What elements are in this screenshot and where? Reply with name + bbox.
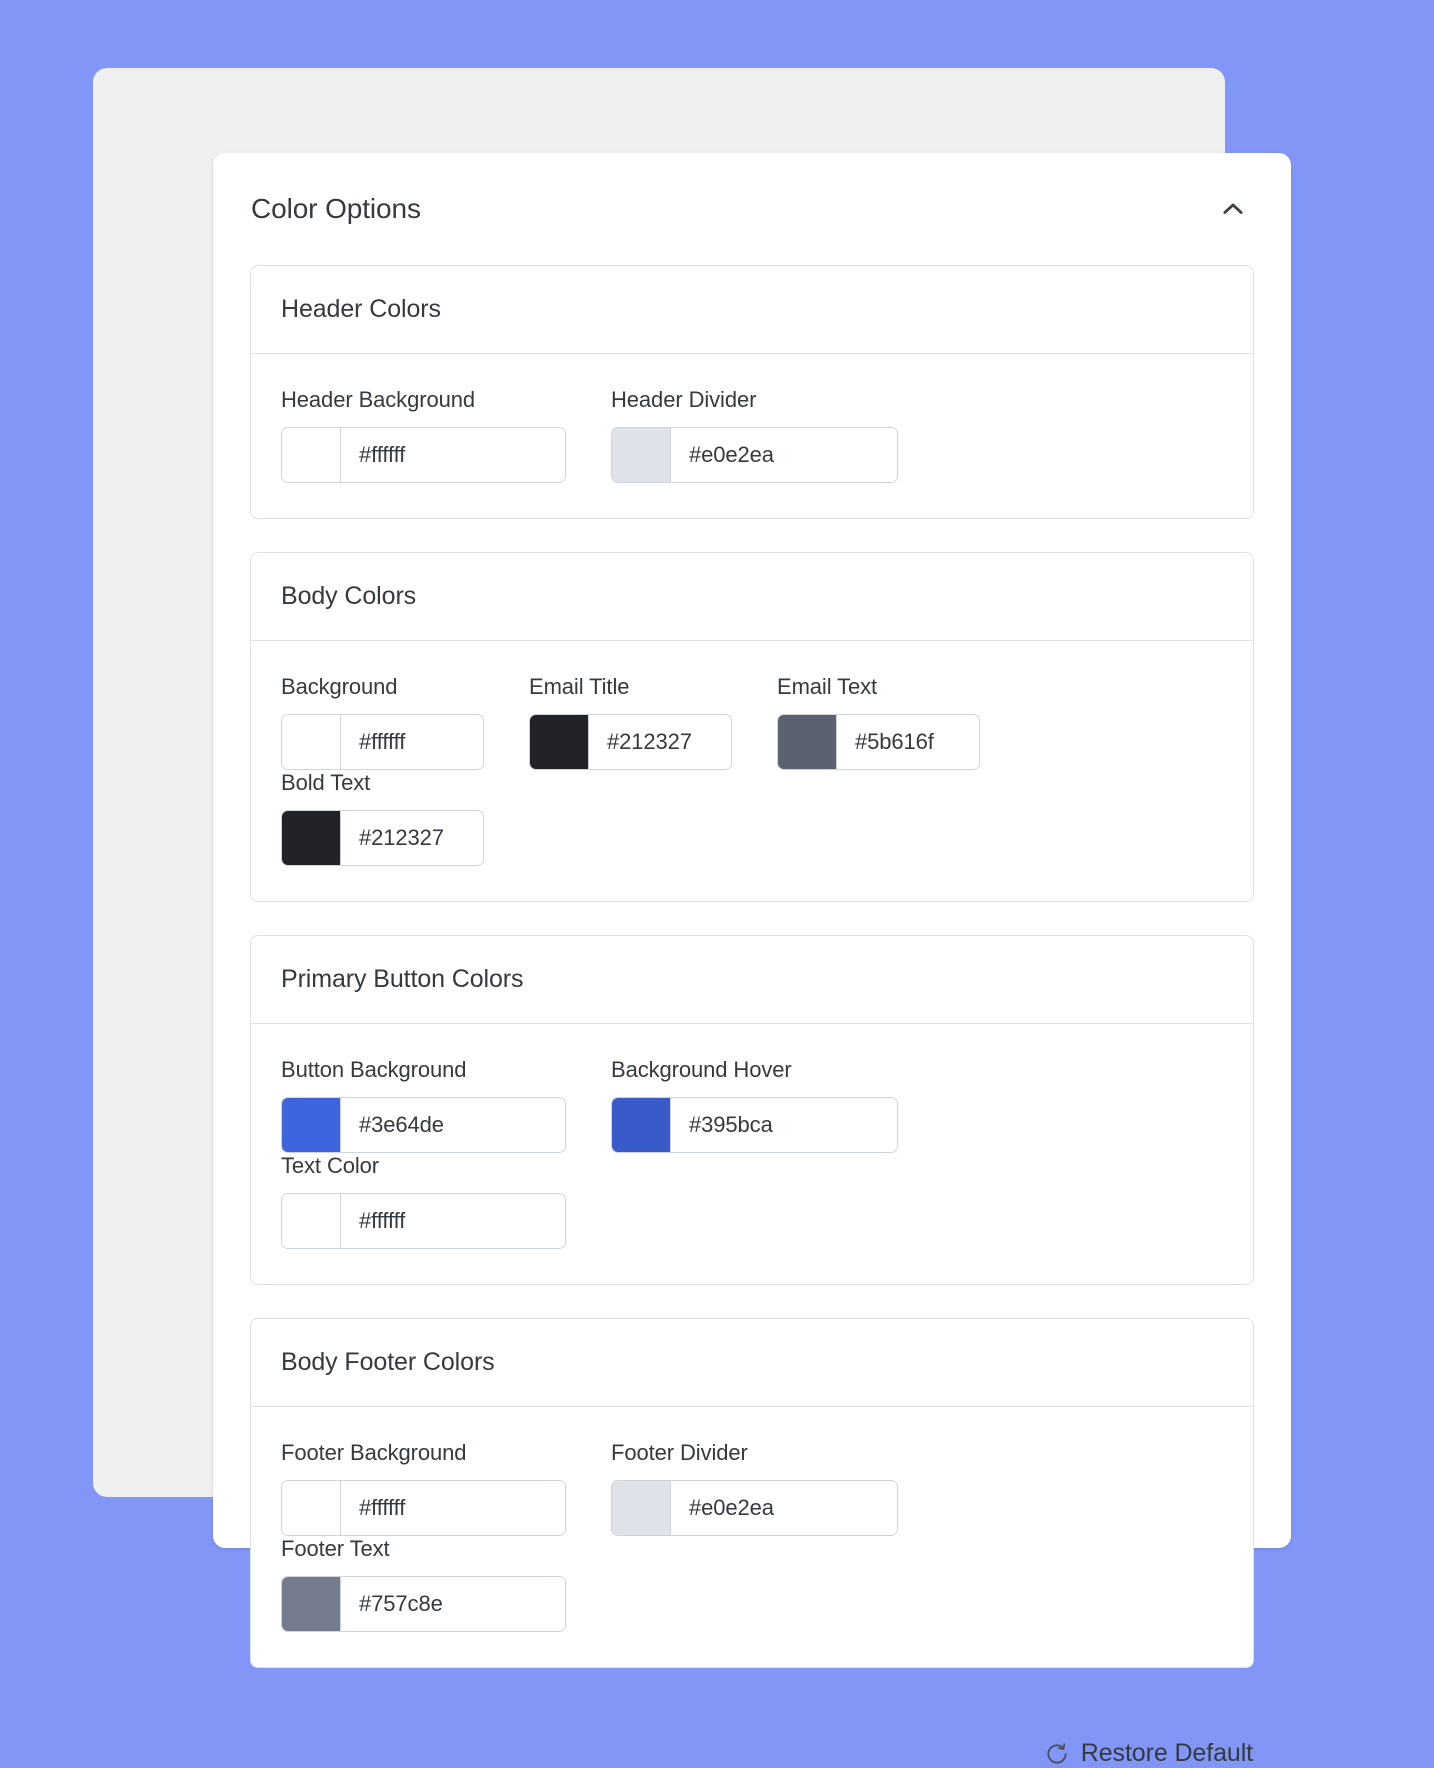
field-footer-text: Footer Text #757c8e bbox=[281, 1536, 566, 1632]
color-swatch[interactable] bbox=[282, 1577, 341, 1631]
color-swatch[interactable] bbox=[530, 715, 589, 769]
color-hex-input[interactable]: #e0e2ea bbox=[671, 1481, 897, 1535]
field-label: Footer Background bbox=[281, 1440, 467, 1465]
color-hex-input[interactable]: #ffffff bbox=[341, 1194, 565, 1248]
field-label: Footer Divider bbox=[611, 1440, 748, 1465]
field-header-background: Header Background #ffffff bbox=[281, 387, 566, 483]
color-swatch[interactable] bbox=[612, 1481, 671, 1535]
color-control: #212327 bbox=[529, 714, 732, 770]
section-title: Primary Button Colors bbox=[281, 965, 524, 993]
restore-default-button[interactable]: Restore Default bbox=[1044, 1739, 1253, 1768]
section-primary-button-colors: Primary Button Colors Button Background … bbox=[250, 935, 1254, 1285]
color-swatch[interactable] bbox=[612, 1098, 671, 1152]
color-control: #757c8e bbox=[281, 1576, 566, 1632]
field-email-text: Email Text #5b616f bbox=[777, 674, 980, 770]
color-control: #5b616f bbox=[777, 714, 980, 770]
color-hex-input[interactable]: #e0e2ea bbox=[671, 428, 897, 482]
color-swatch[interactable] bbox=[282, 1098, 341, 1152]
field-email-title: Email Title #212327 bbox=[529, 674, 732, 770]
color-hex-input[interactable]: #3e64de bbox=[341, 1098, 565, 1152]
field-background-hover: Background Hover #395bca bbox=[611, 1057, 898, 1153]
panel-footer: Restore Default bbox=[250, 1701, 1254, 1768]
field-footer-divider: Footer Divider #e0e2ea bbox=[611, 1440, 898, 1536]
section-header: Body Footer Colors bbox=[251, 1319, 1253, 1407]
field-button-background: Button Background #3e64de bbox=[281, 1057, 566, 1153]
field-bold-text: Bold Text #212327 bbox=[281, 770, 484, 866]
color-control: #ffffff bbox=[281, 1193, 566, 1249]
color-hex-input[interactable]: #395bca bbox=[671, 1098, 897, 1152]
section-title: Body Footer Colors bbox=[281, 1348, 495, 1376]
field-header-divider: Header Divider #e0e2ea bbox=[611, 387, 898, 483]
color-swatch[interactable] bbox=[778, 715, 837, 769]
rotate-refresh-icon bbox=[1044, 1741, 1070, 1767]
color-swatch[interactable] bbox=[282, 1194, 341, 1248]
color-control: #e0e2ea bbox=[611, 1480, 898, 1536]
section-body: Button Background #3e64de Background Hov… bbox=[251, 1024, 1253, 1284]
section-header: Primary Button Colors bbox=[251, 936, 1253, 1024]
color-control: #ffffff bbox=[281, 714, 484, 770]
color-control: #395bca bbox=[611, 1097, 898, 1153]
color-control: #ffffff bbox=[281, 427, 566, 483]
color-hex-input[interactable]: #ffffff bbox=[341, 1481, 565, 1535]
section-body: Footer Background #ffffff Footer Divider… bbox=[251, 1407, 1253, 1667]
panel-header: Color Options bbox=[250, 153, 1254, 265]
color-options-panel: Color Options Header Colors Header Backg… bbox=[213, 153, 1291, 1767]
color-swatch[interactable] bbox=[282, 811, 341, 865]
field-background: Background #ffffff bbox=[281, 674, 484, 770]
section-body: Background #ffffff Email Title #212327 E… bbox=[251, 641, 1253, 901]
color-control: #ffffff bbox=[281, 1480, 566, 1536]
color-swatch[interactable] bbox=[282, 1481, 341, 1535]
section-header: Body Colors bbox=[251, 553, 1253, 641]
color-swatch[interactable] bbox=[612, 428, 671, 482]
field-label: Header Divider bbox=[611, 387, 757, 412]
field-label: Footer Text bbox=[281, 1536, 390, 1561]
chevron-up-icon[interactable] bbox=[1213, 189, 1253, 229]
restore-default-label: Restore Default bbox=[1080, 1739, 1253, 1767]
field-label: Background bbox=[281, 674, 398, 699]
section-title: Body Colors bbox=[281, 582, 417, 610]
color-swatch[interactable] bbox=[282, 715, 341, 769]
color-hex-input[interactable]: #ffffff bbox=[341, 428, 565, 482]
section-body-footer-colors: Body Footer Colors Footer Background #ff… bbox=[250, 1318, 1254, 1668]
color-hex-input[interactable]: #757c8e bbox=[341, 1577, 565, 1631]
color-hex-input[interactable]: #212327 bbox=[589, 715, 731, 769]
field-label: Text Color bbox=[281, 1153, 380, 1178]
field-label: Header Background bbox=[281, 387, 475, 412]
page-title: Color Options bbox=[251, 193, 421, 224]
field-text-color: Text Color #ffffff bbox=[281, 1153, 566, 1249]
section-header-colors: Header Colors Header Background #ffffff … bbox=[250, 265, 1254, 519]
field-label: Button Background bbox=[281, 1057, 467, 1082]
section-body-colors: Body Colors Background #ffffff Email Tit… bbox=[250, 552, 1254, 902]
color-control: #3e64de bbox=[281, 1097, 566, 1153]
section-body: Header Background #ffffff Header Divider… bbox=[251, 354, 1253, 518]
color-hex-input[interactable]: #212327 bbox=[341, 811, 483, 865]
section-title: Header Colors bbox=[281, 295, 441, 323]
field-label: Background Hover bbox=[611, 1057, 792, 1082]
color-hex-input[interactable]: #5b616f bbox=[837, 715, 979, 769]
field-footer-background: Footer Background #ffffff bbox=[281, 1440, 566, 1536]
color-hex-input[interactable]: #ffffff bbox=[341, 715, 483, 769]
color-swatch[interactable] bbox=[282, 428, 341, 482]
field-label: Email Text bbox=[777, 674, 878, 699]
panel-shell: Color Options Header Colors Header Backg… bbox=[93, 68, 1291, 1767]
color-control: #212327 bbox=[281, 810, 484, 866]
field-label: Bold Text bbox=[281, 770, 371, 795]
section-header: Header Colors bbox=[251, 266, 1253, 354]
field-label: Email Title bbox=[529, 674, 630, 699]
color-control: #e0e2ea bbox=[611, 427, 898, 483]
